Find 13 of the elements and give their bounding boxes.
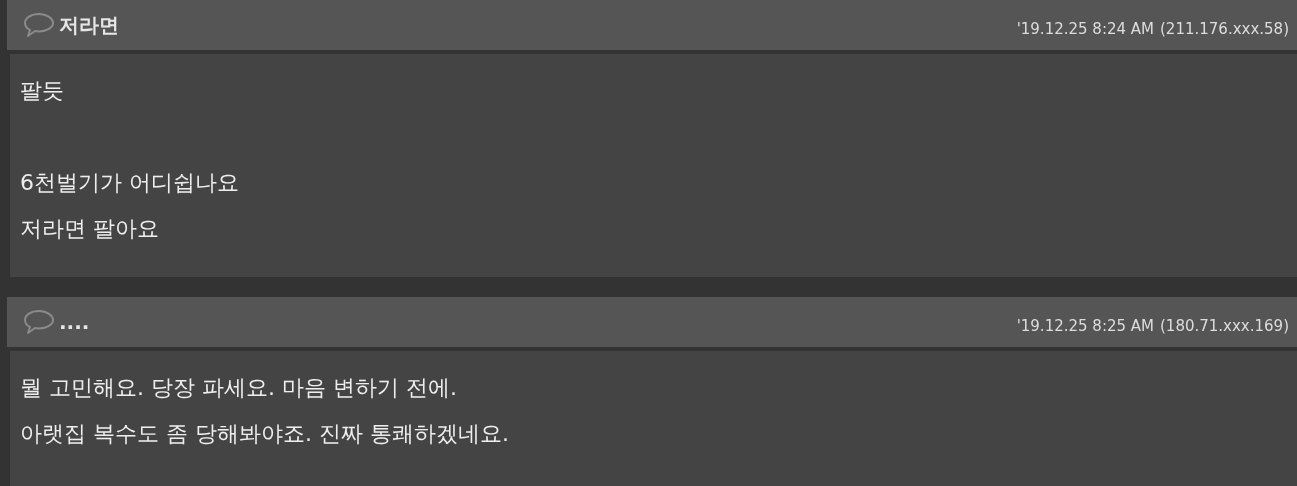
- author-name: ....: [59, 309, 90, 336]
- comment-line: 저라면 팔아요: [20, 215, 160, 243]
- comment-time: '19.12.25 8:24 AM: [1016, 18, 1154, 40]
- comment-line: 뭘 고민해요. 당장 파세요. 마음 변하기 전에.: [20, 374, 458, 402]
- ip-address: (180.71.xxx.169): [1160, 315, 1289, 337]
- comment-time: '19.12.25 8:25 AM: [1016, 315, 1154, 337]
- speech-bubble-icon: [23, 12, 55, 38]
- ip-address: (211.176.xxx.58): [1160, 18, 1289, 40]
- comment-line: 6천벌기가 어디쉽나요: [20, 169, 240, 197]
- speech-bubble-icon: [23, 309, 55, 335]
- comment-line: 팔듯: [20, 77, 65, 105]
- comment-line: 아랫집 복수도 좀 당해봐야죠. 진짜 통쾌하겠네요.: [20, 420, 510, 448]
- author-name: 저라면: [59, 12, 119, 39]
